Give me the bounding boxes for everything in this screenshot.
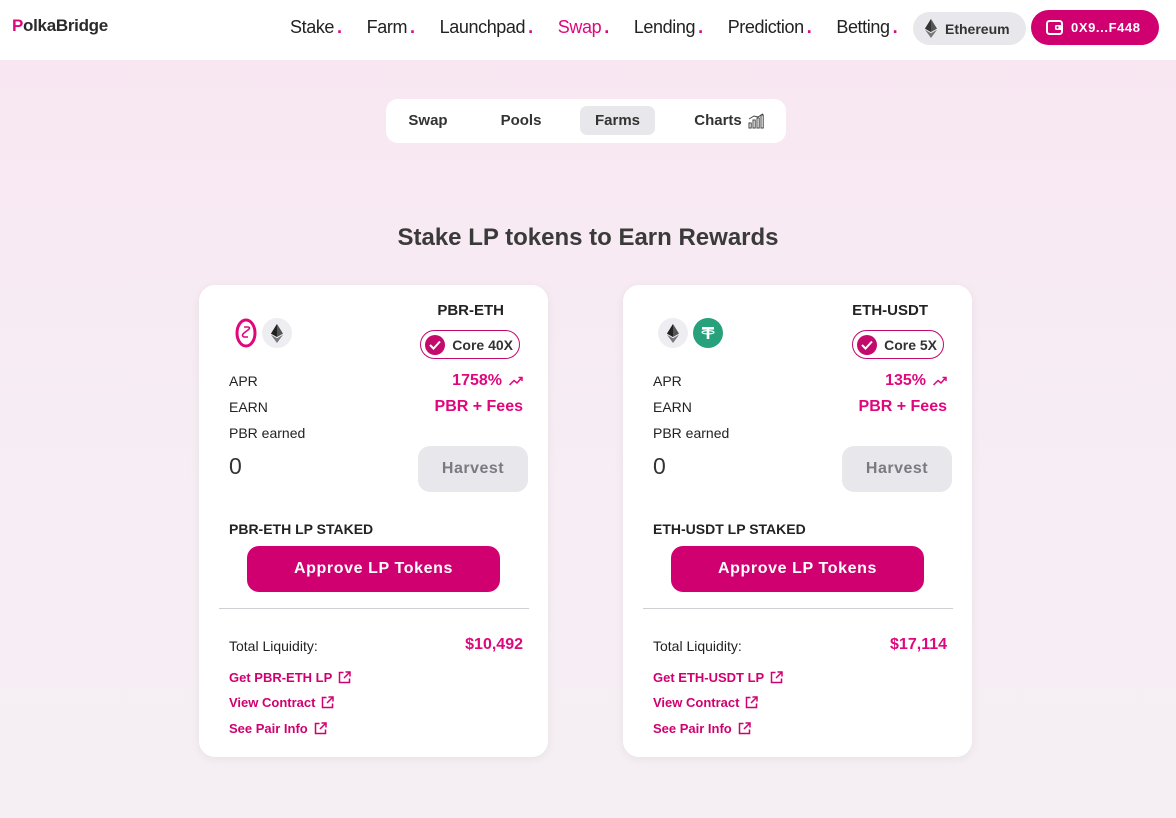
external-link-icon bbox=[322, 696, 335, 709]
polkabridge-logo[interactable]: PolkaBridge bbox=[12, 16, 108, 36]
network-selector-button[interactable]: Ethereum bbox=[913, 12, 1026, 45]
tab-charts[interactable]: Charts bbox=[689, 106, 769, 135]
apr-label: APR bbox=[653, 373, 682, 389]
network-label: Ethereum bbox=[945, 20, 1010, 37]
total-liquidity-value: $10,492 bbox=[465, 636, 523, 653]
wallet-icon bbox=[1046, 20, 1063, 35]
core-multiplier-badge: Core 40X bbox=[420, 330, 520, 359]
tab-pools[interactable]: Pools bbox=[492, 106, 550, 135]
nav-item-farm[interactable]: Farm. bbox=[367, 17, 415, 38]
lp-staked-label: ETH-USDT LP STAKED bbox=[653, 521, 806, 537]
check-icon bbox=[857, 334, 878, 355]
apr-value: 1758% bbox=[452, 372, 523, 390]
external-link-icon bbox=[314, 722, 327, 735]
wallet-address: 0X9...F448 bbox=[1071, 20, 1141, 35]
pbr-earned-label: PBR earned bbox=[229, 425, 306, 441]
view-contract-link[interactable]: View Contract bbox=[229, 695, 335, 710]
see-pair-info-link[interactable]: See Pair Info bbox=[229, 721, 327, 736]
divider bbox=[219, 608, 529, 609]
nav-item-stake[interactable]: Stake. bbox=[290, 17, 342, 38]
farm-card-pbr-eth: PBR-ETH Core 40X APR 1758% EARN PBR + Fe… bbox=[199, 285, 548, 757]
get-lp-link[interactable]: Get ETH-USDT LP bbox=[653, 670, 783, 685]
pbr-earned-value: 0 bbox=[229, 453, 242, 479]
badge-label: Core 40X bbox=[452, 336, 513, 353]
trending-up-icon bbox=[933, 376, 947, 386]
badge-label: Core 5X bbox=[884, 336, 937, 353]
nav-item-swap[interactable]: Swap. bbox=[558, 17, 609, 38]
pbr-earned-value: 0 bbox=[653, 453, 666, 479]
apr-value: 135% bbox=[885, 372, 947, 390]
tab-charts-label: Charts bbox=[694, 112, 742, 129]
harvest-button[interactable]: Harvest bbox=[842, 446, 952, 492]
approve-lp-tokens-button[interactable]: Approve LP Tokens bbox=[247, 546, 500, 592]
total-liquidity-value: $17,114 bbox=[890, 636, 947, 653]
earn-value: PBR + Fees bbox=[858, 398, 947, 415]
external-link-icon bbox=[746, 696, 759, 709]
pbr-earned-label: PBR earned bbox=[653, 425, 730, 441]
top-navbar: PolkaBridge Stake. Farm. Launchpad. Swap… bbox=[0, 0, 1176, 60]
apr-label: APR bbox=[229, 373, 258, 389]
external-link-icon bbox=[770, 671, 783, 684]
tab-farms[interactable]: Farms bbox=[580, 106, 655, 135]
earn-label: EARN bbox=[229, 399, 268, 415]
harvest-button[interactable]: Harvest bbox=[418, 446, 528, 492]
farm-card-eth-usdt: ETH-USDT Core 5X APR 135% EARN PBR + Fee… bbox=[623, 285, 972, 757]
earn-value: PBR + Fees bbox=[434, 398, 523, 415]
pair-name: ETH-USDT bbox=[852, 302, 928, 319]
tether-icon bbox=[693, 318, 723, 348]
earn-label: EARN bbox=[653, 399, 692, 415]
get-lp-link[interactable]: Get PBR-ETH LP bbox=[229, 670, 352, 685]
tab-swap[interactable]: Swap bbox=[400, 106, 456, 135]
main-nav: Stake. Farm. Launchpad. Swap. Lending. P… bbox=[290, 17, 922, 38]
check-icon bbox=[425, 334, 446, 355]
external-link-icon bbox=[339, 671, 352, 684]
apr-value-text: 135% bbox=[885, 372, 926, 389]
trending-up-icon bbox=[509, 376, 523, 386]
nav-item-lending[interactable]: Lending. bbox=[634, 17, 703, 38]
ethereum-icon bbox=[262, 318, 292, 348]
divider bbox=[643, 608, 953, 609]
nav-item-prediction[interactable]: Prediction. bbox=[728, 17, 812, 38]
see-pair-info-link[interactable]: See Pair Info bbox=[653, 721, 751, 736]
wallet-address-button[interactable]: 0X9...F448 bbox=[1031, 10, 1159, 45]
logo-text: PolkaBridge bbox=[12, 16, 108, 35]
total-liquidity-label: Total Liquidity: bbox=[229, 638, 318, 654]
view-contract-link[interactable]: View Contract bbox=[653, 695, 759, 710]
approve-lp-tokens-button[interactable]: Approve LP Tokens bbox=[671, 546, 924, 592]
apr-value-text: 1758% bbox=[452, 372, 502, 389]
lp-staked-label: PBR-ETH LP STAKED bbox=[229, 521, 374, 537]
swap-tabs: Swap Pools Farms Charts bbox=[386, 99, 786, 143]
ethereum-icon bbox=[925, 19, 937, 38]
polkabridge-icon bbox=[231, 318, 261, 348]
ethereum-icon bbox=[658, 318, 688, 348]
nav-item-launchpad[interactable]: Launchpad. bbox=[440, 17, 533, 38]
core-multiplier-badge: Core 5X bbox=[852, 330, 944, 359]
external-link-icon bbox=[738, 722, 751, 735]
pair-name: PBR-ETH bbox=[437, 302, 504, 319]
chart-icon bbox=[748, 112, 764, 128]
total-liquidity-label: Total Liquidity: bbox=[653, 638, 742, 654]
page-title: Stake LP tokens to Earn Rewards bbox=[397, 224, 779, 251]
nav-item-betting[interactable]: Betting. bbox=[836, 17, 897, 38]
